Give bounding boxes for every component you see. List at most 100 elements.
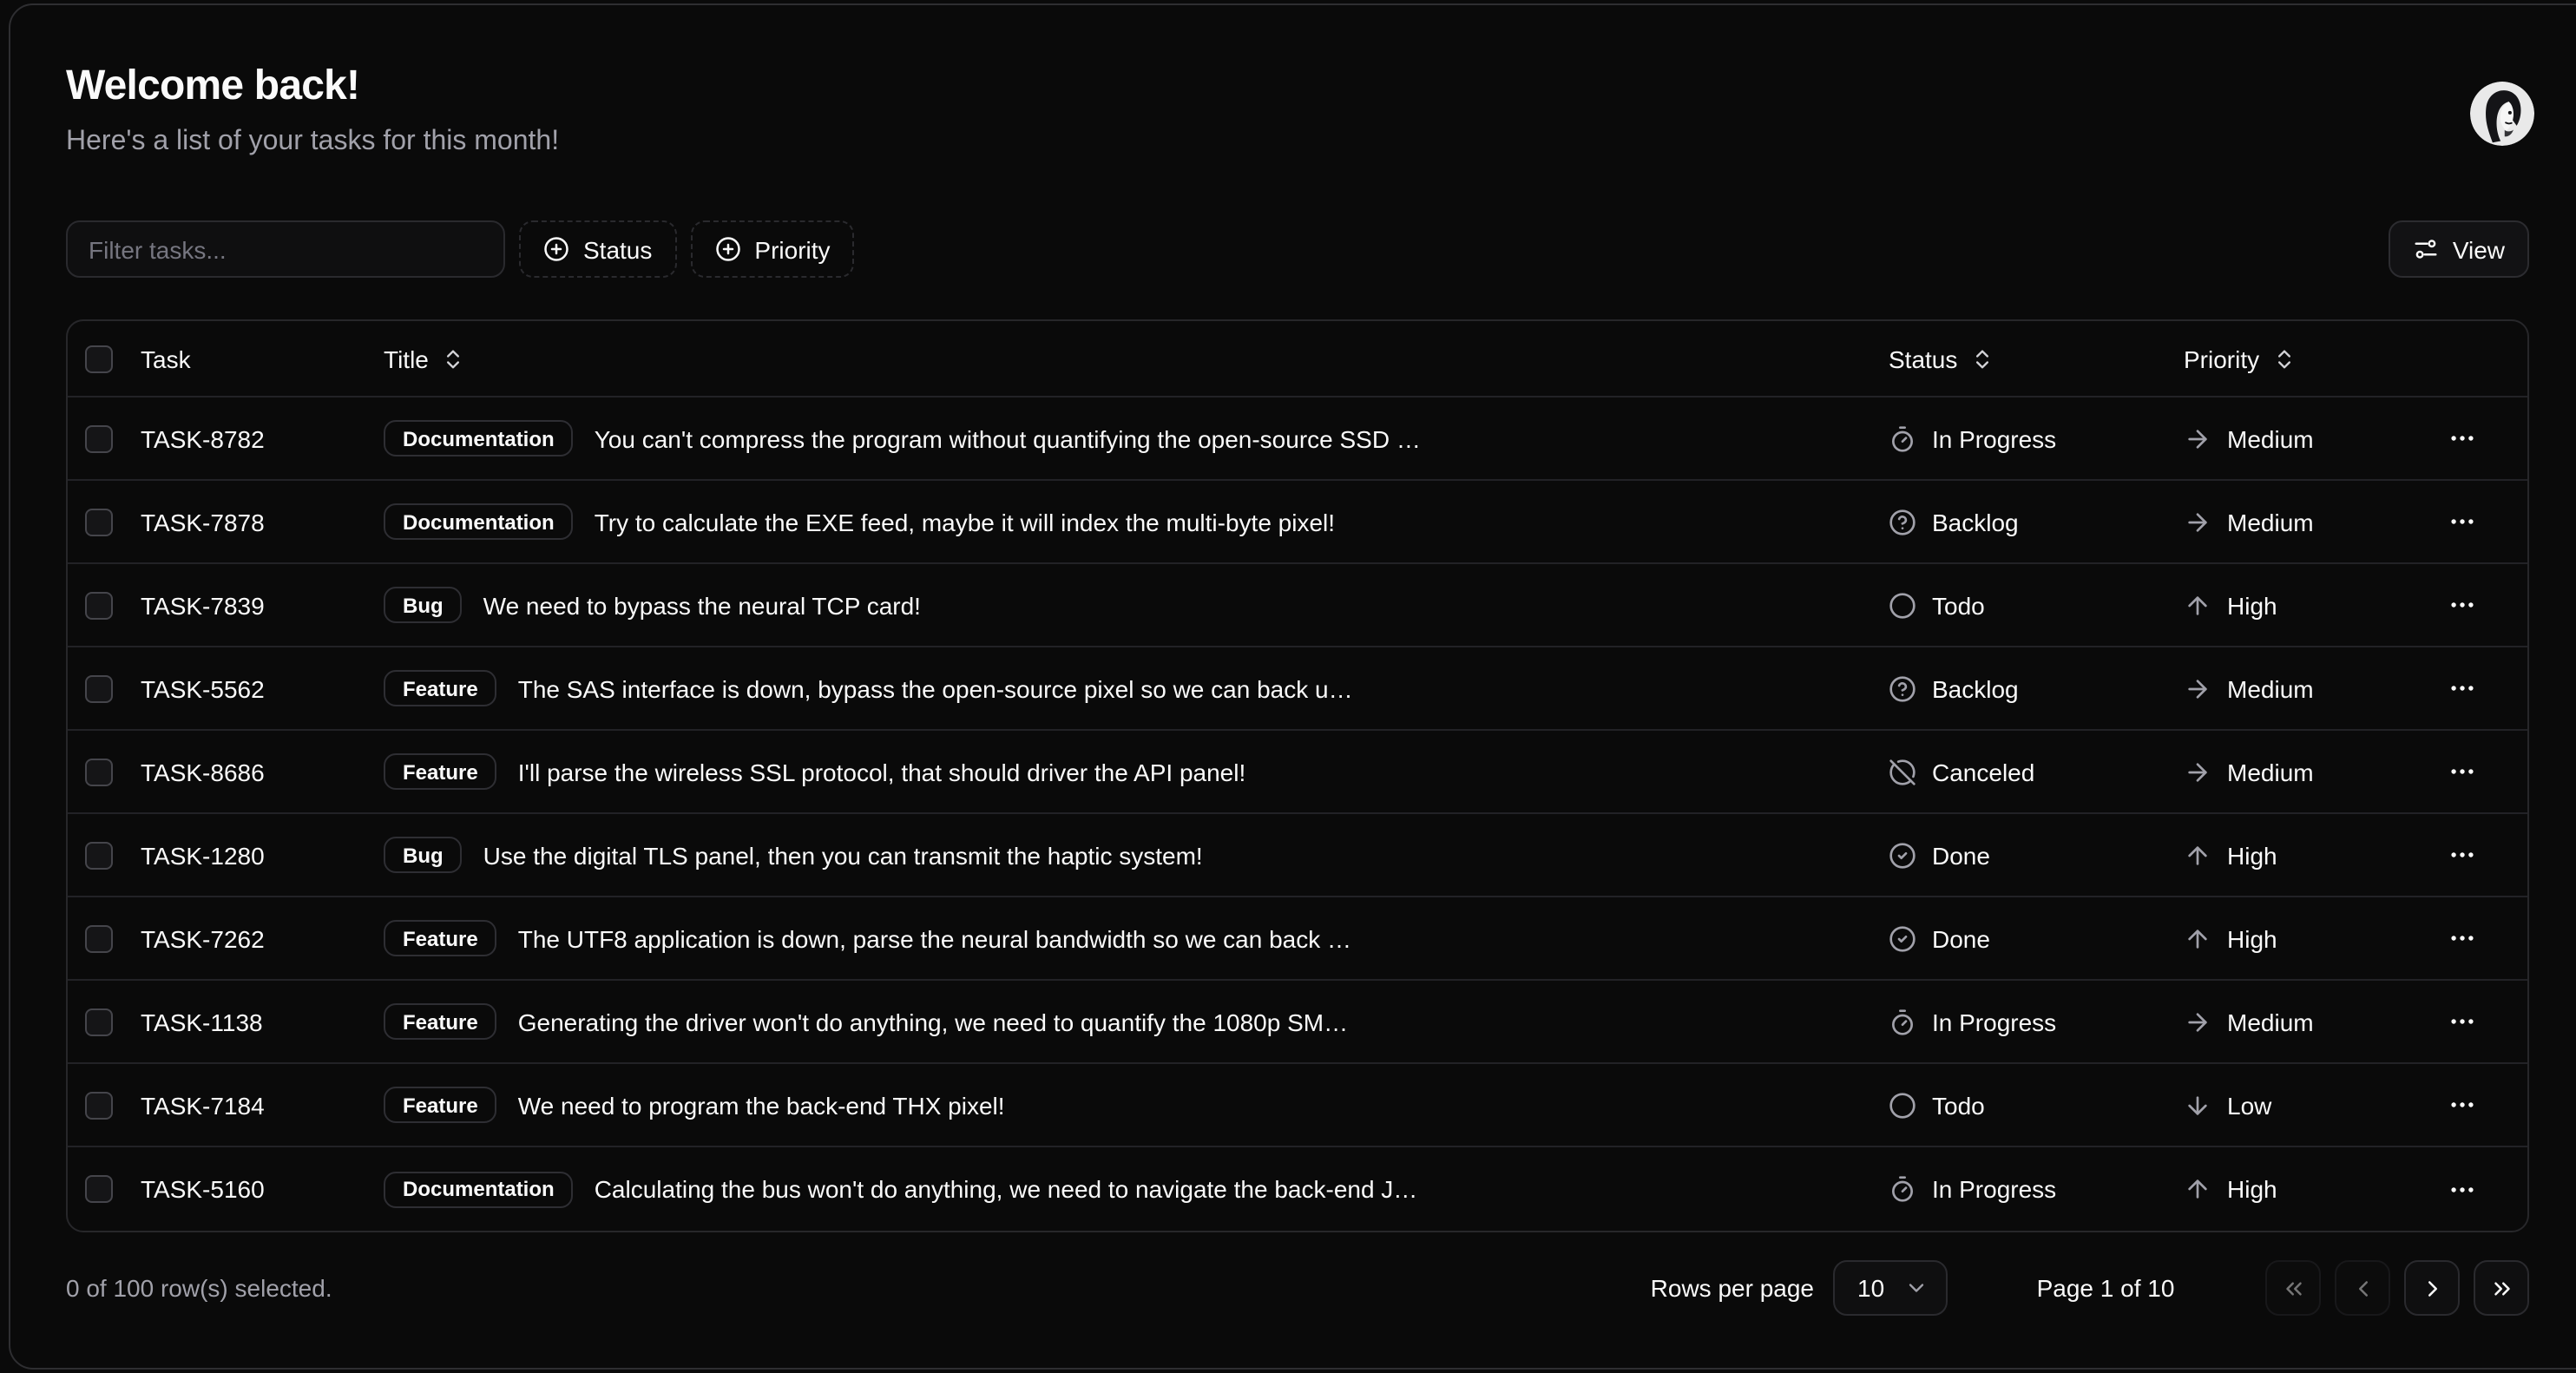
task-id: TASK-1138	[141, 1008, 263, 1035]
row-actions-button[interactable]	[2434, 416, 2489, 461]
help-circle-icon	[1889, 508, 1916, 535]
row-actions-button[interactable]	[2434, 1082, 2489, 1127]
check-circle-icon	[1889, 841, 1916, 869]
row-select-checkbox[interactable]	[85, 1175, 113, 1203]
next-page-button[interactable]	[2404, 1260, 2460, 1316]
column-header-task-label: Task	[141, 345, 191, 372]
filter-tasks-input[interactable]	[66, 220, 505, 278]
row-actions-button[interactable]	[2434, 1166, 2489, 1212]
pagination	[2265, 1260, 2529, 1316]
row-select-checkbox[interactable]	[85, 924, 113, 952]
chevrons-left-icon	[2280, 1275, 2306, 1301]
column-header-status-label: Status	[1889, 345, 1957, 372]
status-label: Canceled	[1932, 758, 2034, 785]
row-select-checkbox[interactable]	[85, 508, 113, 535]
row-select-checkbox[interactable]	[85, 758, 113, 785]
row-actions-button[interactable]	[2434, 499, 2489, 544]
first-page-button[interactable]	[2265, 1260, 2321, 1316]
rows-per-page-select[interactable]: 10	[1833, 1260, 1948, 1316]
page-header: Welcome back! Here's a list of your task…	[66, 0, 2529, 158]
row-select-checkbox[interactable]	[85, 841, 113, 869]
tasks-table: Task Title Status	[66, 319, 2529, 1232]
rows-per-page-label: Rows per page	[1651, 1274, 1814, 1302]
row-select-checkbox[interactable]	[85, 674, 113, 702]
arrow-right-icon	[2184, 674, 2211, 702]
row-actions-button[interactable]	[2434, 582, 2489, 627]
column-header-priority[interactable]: Priority	[2184, 345, 2296, 372]
more-horizontal-icon	[2447, 1090, 2476, 1120]
page-title: Welcome back!	[66, 62, 559, 111]
priority-filter-button[interactable]: Priority	[690, 220, 854, 278]
task-title: Use the digital TLS panel, then you can …	[483, 841, 1203, 869]
last-page-button[interactable]	[2474, 1260, 2529, 1316]
task-id: TASK-5562	[141, 674, 265, 702]
more-horizontal-icon	[2447, 1174, 2476, 1204]
table-row: TASK-8782 Documentation You can't compre…	[68, 397, 2527, 481]
status-label: Todo	[1932, 591, 1985, 619]
status-label: In Progress	[1932, 1175, 2056, 1203]
status-label: Done	[1932, 924, 1990, 952]
task-title: Try to calculate the EXE feed, maybe it …	[595, 508, 1335, 535]
arrow-down-icon	[2184, 1091, 2211, 1119]
view-options-button[interactable]: View	[2389, 220, 2529, 278]
timer-icon	[1889, 1175, 1916, 1203]
task-id: TASK-7839	[141, 591, 265, 619]
task-type-badge: Documentation	[384, 503, 574, 540]
priority-filter-label: Priority	[754, 235, 830, 263]
row-actions-button[interactable]	[2434, 999, 2489, 1044]
chevron-down-icon	[1904, 1276, 1929, 1300]
more-horizontal-icon	[2447, 840, 2476, 870]
chevrons-up-down-icon	[1969, 346, 1994, 371]
priority-label: Medium	[2227, 424, 2314, 452]
table-row: TASK-7184 Feature We need to program the…	[68, 1064, 2527, 1147]
row-select-checkbox[interactable]	[85, 1008, 113, 1035]
priority-label: Medium	[2227, 758, 2314, 785]
priority-label: High	[2227, 841, 2277, 869]
table-toolbar: Status Priority View	[66, 220, 2529, 278]
task-id: TASK-7878	[141, 508, 265, 535]
task-id: TASK-1280	[141, 841, 265, 869]
circle-off-icon	[1889, 758, 1916, 785]
row-actions-button[interactable]	[2434, 916, 2489, 961]
more-horizontal-icon	[2447, 424, 2476, 453]
circle-icon	[1889, 1091, 1916, 1119]
chevron-right-icon	[2419, 1275, 2445, 1301]
status-filter-button[interactable]: Status	[519, 220, 676, 278]
column-header-title[interactable]: Title	[384, 345, 465, 372]
task-type-badge: Documentation	[384, 1171, 574, 1207]
row-select-checkbox[interactable]	[85, 591, 113, 619]
column-header-status[interactable]: Status	[1889, 345, 1994, 372]
task-title: We need to bypass the neural TCP card!	[483, 591, 921, 619]
view-options-label: View	[2453, 235, 2505, 263]
arrow-right-icon	[2184, 758, 2211, 785]
chevron-left-icon	[2349, 1275, 2376, 1301]
row-actions-button[interactable]	[2434, 666, 2489, 711]
table-row: TASK-1280 Bug Use the digital TLS panel,…	[68, 814, 2527, 897]
chevrons-up-down-icon	[2271, 346, 2296, 371]
arrow-up-icon	[2184, 591, 2211, 619]
task-type-badge: Feature	[384, 670, 497, 706]
table-row: TASK-8686 Feature I'll parse the wireles…	[68, 731, 2527, 814]
check-circle-icon	[1889, 924, 1916, 952]
task-title: We need to program the back-end THX pixe…	[518, 1091, 1005, 1119]
task-id: TASK-8686	[141, 758, 265, 785]
task-type-badge: Documentation	[384, 420, 574, 457]
task-title: I'll parse the wireless SSL protocol, th…	[518, 758, 1246, 785]
row-actions-button[interactable]	[2434, 832, 2489, 877]
table-header-row: Task Title Status	[68, 321, 2527, 397]
arrow-up-icon	[2184, 924, 2211, 952]
row-select-checkbox[interactable]	[85, 424, 113, 452]
task-type-badge: Bug	[384, 587, 463, 623]
user-avatar[interactable]	[2470, 82, 2534, 146]
plus-circle-icon	[714, 236, 740, 262]
plus-circle-icon	[543, 236, 569, 262]
select-all-checkbox[interactable]	[85, 345, 113, 372]
more-horizontal-icon	[2447, 757, 2476, 786]
status-label: In Progress	[1932, 1008, 2056, 1035]
row-actions-button[interactable]	[2434, 749, 2489, 794]
previous-page-button[interactable]	[2335, 1260, 2390, 1316]
rows-per-page-value: 10	[1857, 1274, 1884, 1302]
task-id: TASK-7184	[141, 1091, 265, 1119]
row-select-checkbox[interactable]	[85, 1091, 113, 1119]
arrow-right-icon	[2184, 1008, 2211, 1035]
